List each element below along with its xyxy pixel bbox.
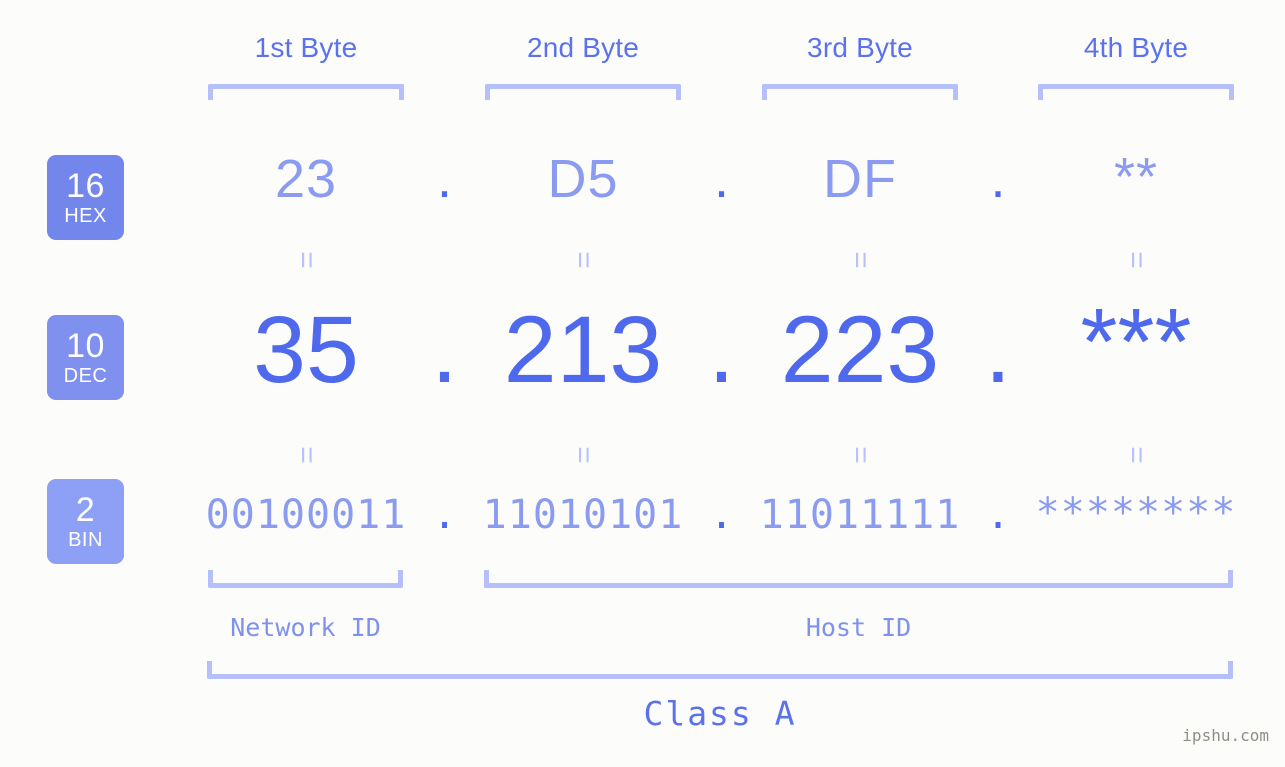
dec-byte-2-value: 213 xyxy=(503,297,663,403)
bin-byte-3-value: 11011111 xyxy=(759,492,961,538)
byte-bracket-1 xyxy=(208,84,404,100)
class-label: Class A xyxy=(643,694,797,733)
base-badge-dec: 10 DEC xyxy=(47,315,124,400)
host-id-label: Host ID xyxy=(805,613,912,642)
hex-separator-2: . xyxy=(713,149,729,209)
base-badge-bin: 2 BIN xyxy=(47,479,124,564)
equals-mark-hex-dec-3: = xyxy=(844,251,877,269)
base-badge-dec-number: 10 xyxy=(66,327,105,365)
watermark: ipshu.com xyxy=(1182,726,1269,745)
base-badge-dec-name: DEC xyxy=(63,365,108,387)
host-id-bracket xyxy=(484,570,1233,588)
base-badge-bin-name: BIN xyxy=(68,529,103,551)
dec-byte-1-value: 35 xyxy=(253,297,359,403)
equals-mark-hex-dec-4: = xyxy=(1120,251,1153,269)
byte-bracket-3 xyxy=(762,84,958,100)
network-id-label: Network ID xyxy=(230,613,381,642)
bin-byte-2-value: 11010101 xyxy=(482,492,684,538)
equals-mark-dec-bin-3: = xyxy=(844,446,877,464)
bin-byte-1-value: 00100011 xyxy=(205,492,407,538)
dec-separator-2: . xyxy=(708,297,735,403)
hex-separator-1: . xyxy=(436,149,452,209)
byte-bracket-2 xyxy=(485,84,681,100)
dec-byte-4-value: *** xyxy=(1080,289,1192,395)
bin-separator-1: . xyxy=(432,492,457,538)
bin-byte-4-value: ******** xyxy=(1035,490,1237,536)
byte-header-3: 3rd Byte xyxy=(807,32,913,63)
equals-mark-hex-dec-2: = xyxy=(567,251,600,269)
byte-header-2: 2nd Byte xyxy=(526,32,640,63)
hex-separator-3: . xyxy=(990,149,1006,209)
dec-separator-3: . xyxy=(984,297,1012,403)
byte-header-1: 1st Byte xyxy=(254,32,358,63)
bin-separator-2: . xyxy=(709,492,734,538)
base-badge-bin-number: 2 xyxy=(75,491,96,529)
hex-byte-3-value: DF xyxy=(823,149,897,209)
equals-mark-dec-bin-2: = xyxy=(567,446,600,464)
byte-header-4: 4th Byte xyxy=(1083,32,1189,63)
dec-byte-3-value: 223 xyxy=(780,297,940,403)
hex-byte-4-value: ** xyxy=(1113,147,1159,207)
equals-mark-dec-bin-4: = xyxy=(1120,446,1153,464)
hex-byte-2-value: D5 xyxy=(547,149,619,209)
base-badge-hex-name: HEX xyxy=(64,205,107,227)
base-badge-hex-number: 16 xyxy=(66,167,105,205)
dec-separator-1: . xyxy=(431,297,458,403)
bin-separator-3: . xyxy=(985,492,1011,538)
equals-mark-hex-dec-1: = xyxy=(290,251,323,269)
ip-address-breakdown-diagram: 1st Byte 2nd Byte 3rd Byte 4th Byte 16 H… xyxy=(0,0,1285,767)
hex-byte-1-value: 23 xyxy=(274,149,338,209)
equals-mark-dec-bin-1: = xyxy=(290,446,323,464)
class-bracket xyxy=(207,661,1233,679)
byte-bracket-4 xyxy=(1038,84,1234,100)
base-badge-hex: 16 HEX xyxy=(47,155,124,240)
network-id-bracket xyxy=(208,570,403,588)
